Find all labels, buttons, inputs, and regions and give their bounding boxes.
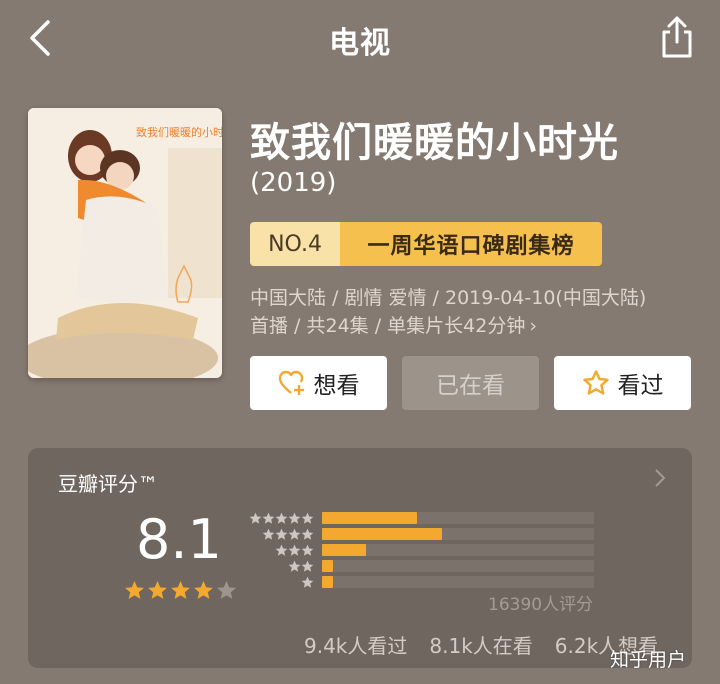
rating-row-2-star — [246, 560, 606, 572]
rating-row-1-star — [246, 576, 606, 588]
star-small-icon — [275, 544, 288, 556]
rating-bar-fill — [322, 512, 418, 524]
rating-row-3-star — [246, 544, 606, 556]
want-button[interactable]: 想看 — [250, 356, 387, 410]
star-outline-icon — [582, 370, 609, 395]
chevron-right-icon: › — [529, 315, 537, 337]
heart-plus-icon — [278, 370, 304, 395]
star-small-icon — [262, 528, 275, 540]
rating-title: 豆瓣评分™ — [58, 472, 158, 496]
rating-bar-track — [322, 544, 594, 556]
star-empty-icon — [217, 581, 236, 599]
chevron-right-icon — [655, 469, 666, 487]
star-small-icon — [262, 512, 275, 524]
stat-watching: 8.1k人在看 — [429, 634, 533, 658]
row-stars — [262, 528, 314, 541]
watching-label: 已在看 — [436, 373, 505, 399]
want-label: 想看 — [313, 373, 360, 399]
star-filled-icon — [125, 581, 144, 599]
show-title: 致我们暖暖的小时光 — [250, 120, 619, 166]
rank-badge[interactable]: NO.4 一周华语口碑剧集榜 — [250, 222, 602, 266]
rating-bar-fill — [322, 576, 333, 588]
rating-bar-fill — [322, 528, 442, 540]
star-small-icon — [275, 528, 288, 540]
rating-bar-track — [322, 560, 594, 572]
watermark: 知乎用户 — [610, 649, 687, 671]
row-stars — [275, 544, 314, 557]
rating-bar-fill — [322, 544, 366, 556]
rating-bar-track — [322, 512, 594, 524]
page-title: 电视 — [329, 26, 391, 61]
show-year: (2019) — [250, 168, 337, 198]
watching-button[interactable]: 已在看 — [402, 356, 539, 410]
share-icon — [662, 16, 692, 58]
meta-line-2: 首播 / 共24集 / 单集片长42分钟 — [250, 315, 526, 337]
poster-logo-text: 致我们暖暖的小时光 — [136, 125, 222, 139]
poster-illustration: 致我们暖暖的小时光 — [28, 108, 222, 378]
rank-list-name: 一周华语口碑剧集榜 — [340, 222, 602, 266]
row-stars — [249, 512, 314, 525]
star-small-icon — [249, 512, 262, 524]
rating-row-4-star — [246, 528, 606, 540]
stat-watched: 9.4k人看过 — [304, 634, 408, 658]
star-filled-icon — [148, 581, 167, 599]
star-small-icon — [288, 560, 301, 572]
row-stars — [301, 576, 314, 589]
star-small-icon — [288, 544, 301, 556]
meta-line-1: 中国大陆 / 剧情 爱情 / 2019-04-10(中国大陆) — [250, 287, 647, 309]
rating-score: 8.1 — [136, 508, 222, 571]
rating-bar-fill — [322, 560, 333, 572]
header-bar: 电视 — [0, 0, 720, 78]
rating-count: 16390人评分 — [488, 595, 594, 615]
star-small-icon — [301, 512, 314, 524]
star-small-icon — [301, 560, 314, 572]
watch-stats: 9.4k人看过 8.1k人在看 6.2k人想看 — [304, 630, 658, 659]
star-filled-icon — [171, 581, 190, 599]
star-small-icon — [275, 512, 288, 524]
row-stars — [288, 560, 314, 573]
star-small-icon — [301, 528, 314, 540]
rank-number: NO.4 — [250, 222, 340, 266]
rating-bar-track — [322, 528, 594, 540]
star-small-icon — [301, 544, 314, 556]
star-small-icon — [301, 576, 314, 588]
star-filled-icon — [194, 581, 213, 599]
rating-card[interactable]: 豆瓣评分™ 8.1 16390人评分 9.4k人看过 8.1k人在看 6.2k人… — [28, 448, 692, 668]
star-small-icon — [288, 512, 301, 524]
show-meta[interactable]: 中国大陆 / 剧情 爱情 / 2019-04-10(中国大陆) 首播 / 共24… — [250, 284, 700, 340]
watched-button[interactable]: 看过 — [554, 356, 691, 410]
share-button[interactable] — [658, 14, 696, 60]
rating-stars — [124, 580, 237, 601]
star-small-icon — [288, 528, 301, 540]
watched-label: 看过 — [617, 373, 664, 399]
show-poster[interactable]: 致我们暖暖的小时光 — [28, 108, 222, 378]
rating-row-5-star — [246, 512, 606, 524]
rating-bar-track — [322, 576, 594, 588]
